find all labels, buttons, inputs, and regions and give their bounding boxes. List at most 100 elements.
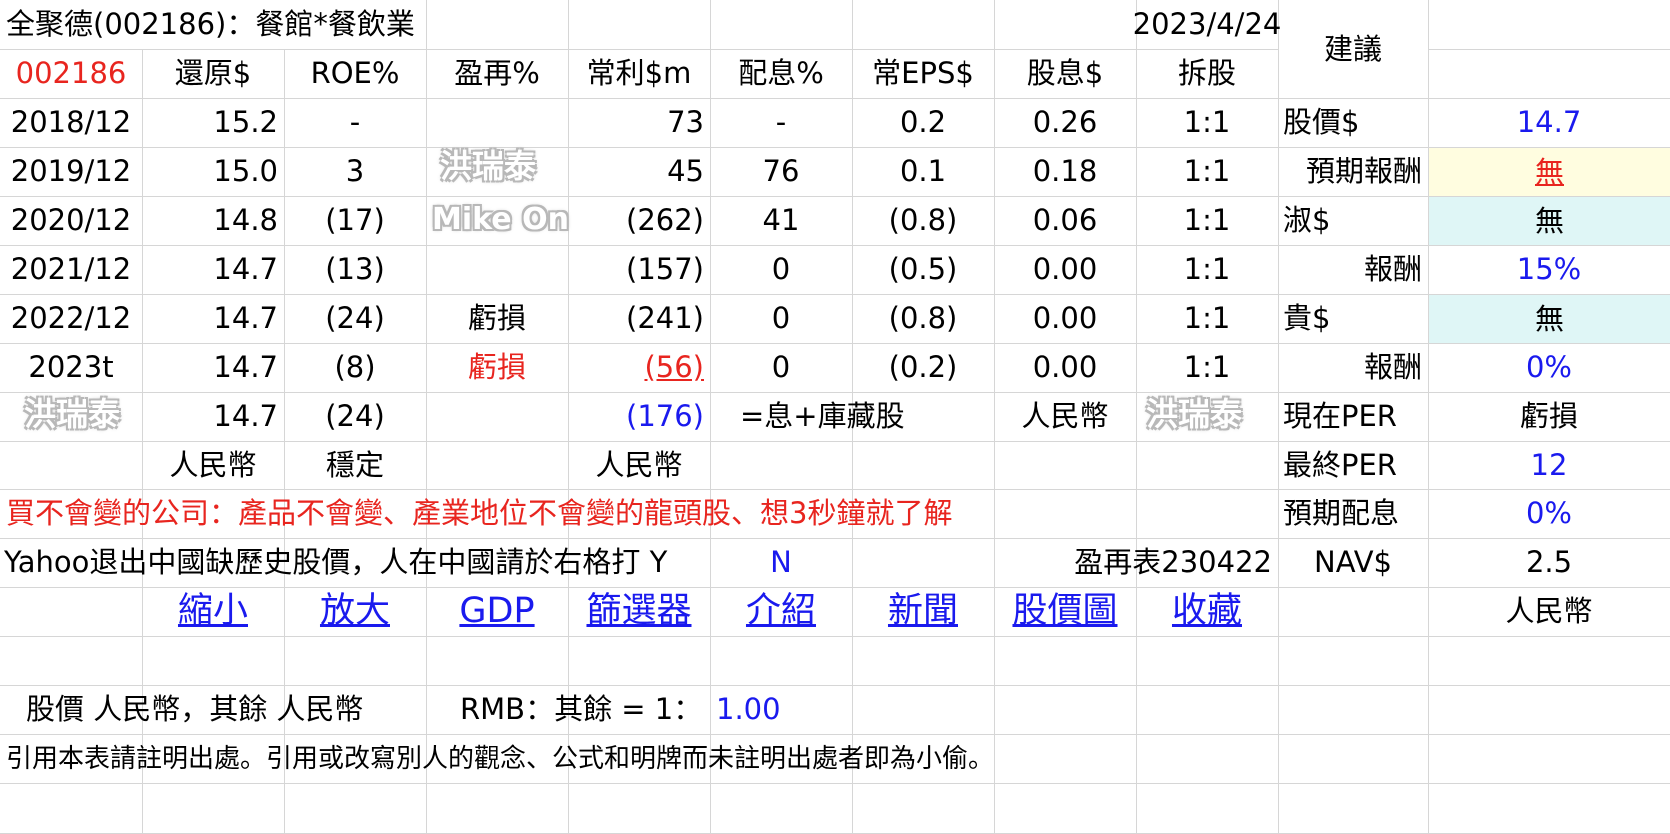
row-0-col-8: 1:1 [1136, 98, 1278, 147]
row-5-col-4-text: (56) [644, 350, 704, 384]
side-expensive-price-label: 貴$ [1283, 294, 1428, 343]
screener-link-text[interactable]: 篩選器 [586, 594, 691, 629]
stock-code-text: 002186 [15, 56, 127, 90]
row-1-col-5-text: 76 [762, 154, 800, 188]
row-2-col-1: 14.8 [142, 196, 284, 245]
side-cheap-return-label-text: 報酬 [1363, 252, 1422, 286]
side-nav-label-text: NAV$ [1314, 545, 1392, 579]
sheet-version-text: 盈再表230422 [1074, 545, 1272, 579]
side-final-per-value-text: 12 [1530, 447, 1568, 482]
row-4-col-8: 1:1 [1136, 294, 1278, 343]
row-1-col-6: 0.1 [852, 147, 994, 196]
yahoo-input[interactable]: N [710, 538, 852, 587]
row-2-col-5: 41 [710, 196, 852, 245]
row-3-col-0-text: 2021/12 [10, 252, 132, 286]
row-3-col-2: (13) [284, 245, 426, 294]
row-4-col-3: 虧損 [426, 294, 568, 343]
split-header: 拆股 [1136, 49, 1278, 98]
row-4-col-8-text: 1:1 [1183, 301, 1231, 335]
grid-line [0, 783, 1670, 784]
grid-line [1428, 49, 1670, 50]
payout-header-text: 配息% [738, 56, 824, 90]
side-expected-payout-label: 預期配息 [1283, 489, 1428, 538]
price-chart-link[interactable]: 股價圖 [994, 587, 1136, 636]
payout-header: 配息% [710, 49, 852, 98]
row-2-col-5-text: 41 [762, 203, 800, 237]
row-4-col-2: (24) [284, 294, 426, 343]
profit-header-text: 常利$m [586, 56, 692, 90]
news-link[interactable]: 新聞 [852, 587, 994, 636]
unit-adj-price-text: 人民幣 [169, 447, 257, 482]
row-0-col-2: - [284, 98, 426, 147]
zoom-in-link-text[interactable]: 放大 [320, 594, 390, 629]
summary-roe: (24) [284, 392, 426, 441]
row-0-col-0-text: 2018/12 [10, 105, 132, 139]
row-4-col-1: 14.7 [142, 294, 284, 343]
row-3-col-1-text: 14.7 [213, 252, 278, 286]
row-3-col-8: 1:1 [1136, 245, 1278, 294]
intro-link-text[interactable]: 介紹 [746, 594, 816, 629]
side-expected-return-label: 預期報酬 [1278, 147, 1428, 196]
side-current-per-label: 現在PER [1283, 392, 1428, 441]
side-price-label-text: 股價$ [1283, 105, 1360, 139]
stock-code: 002186 [0, 49, 142, 98]
row-1-col-5: 76 [710, 147, 852, 196]
row-0-col-4: 73 [568, 98, 710, 147]
watermark: 洪瑞泰 [1146, 395, 1243, 433]
summary-payout-note-text: =息+庫藏股 [740, 399, 905, 433]
row-4-col-5: 0 [710, 294, 852, 343]
rmb-label: RMB：其餘 = 1： [460, 685, 710, 734]
rmb-rate[interactable]: 1.00 [716, 685, 852, 734]
currency-note-text: 股價 人民幣，其餘 人民幣 [26, 692, 364, 726]
row-3-col-5-text: 0 [771, 252, 791, 286]
row-5-col-2-text: (8) [334, 350, 376, 384]
split-header-text: 拆股 [1177, 56, 1236, 90]
motto-text: 買不會變的公司：產品不會變、產業地位不會變的龍頭股、想3秒鐘就了解 [6, 496, 953, 530]
row-5-col-3: 虧損 [426, 343, 568, 392]
row-2-col-2: (17) [284, 196, 426, 245]
row-5-col-5: 0 [710, 343, 852, 392]
zoom-in-link[interactable]: 放大 [284, 587, 426, 636]
yahoo-note: Yahoo退出中國缺歷史股價，人在中國請於右格打 Y [4, 538, 710, 587]
side-expected-return-label-text: 預期報酬 [1305, 154, 1422, 188]
row-4-col-6-text: (0.8) [888, 301, 958, 335]
advice-header-text: 建議 [1323, 31, 1382, 66]
rmb-rate-text[interactable]: 1.00 [716, 695, 781, 724]
row-3-col-5: 0 [710, 245, 852, 294]
price-chart-link-text[interactable]: 股價圖 [1012, 594, 1117, 629]
summary-currency: 人民幣 [994, 392, 1136, 441]
row-4-col-4: (241) [568, 294, 710, 343]
row-4-col-7-text: 0.00 [1032, 301, 1098, 335]
row-1-col-8: 1:1 [1136, 147, 1278, 196]
gdp-link-text[interactable]: GDP [459, 594, 534, 629]
adj-price-header: 還原$ [142, 49, 284, 98]
row-2-col-8: 1:1 [1136, 196, 1278, 245]
bookmark-link-text[interactable]: 收藏 [1172, 594, 1242, 629]
gdp-link[interactable]: GDP [426, 587, 568, 636]
yahoo-input-text[interactable]: N [770, 548, 792, 577]
row-3-col-8-text: 1:1 [1183, 252, 1231, 286]
row-5-col-4: (56) [568, 343, 710, 392]
side-expensive-return-value: 0% [1428, 343, 1670, 392]
eps-header: 常EPS$ [852, 49, 994, 98]
bookmark-link[interactable]: 收藏 [1136, 587, 1278, 636]
row-1-col-4: 45 [568, 147, 710, 196]
side-cheap-price-label-text: 淑$ [1283, 203, 1331, 237]
dividend-header-text: 股息$ [1026, 56, 1104, 90]
row-2-col-1-text: 14.8 [213, 203, 278, 237]
side-final-per-value: 12 [1428, 441, 1670, 489]
row-5-col-1: 14.7 [142, 343, 284, 392]
side-expected-payout-value: 0% [1428, 489, 1670, 538]
screener-link[interactable]: 篩選器 [568, 587, 710, 636]
side-cheap-return-label: 報酬 [1278, 245, 1428, 294]
summary-adj-price: 14.7 [142, 392, 284, 441]
summary-roe-text: (24) [325, 399, 385, 433]
news-link-text[interactable]: 新聞 [888, 594, 958, 629]
dividend-header: 股息$ [994, 49, 1136, 98]
intro-link[interactable]: 介紹 [710, 587, 852, 636]
side-expected-return-value: 無 [1429, 148, 1670, 196]
row-5-col-7-text: 0.00 [1032, 350, 1098, 384]
zoom-out-link-text[interactable]: 縮小 [178, 594, 248, 629]
row-5-col-7: 0.00 [994, 343, 1136, 392]
zoom-out-link[interactable]: 縮小 [142, 587, 284, 636]
